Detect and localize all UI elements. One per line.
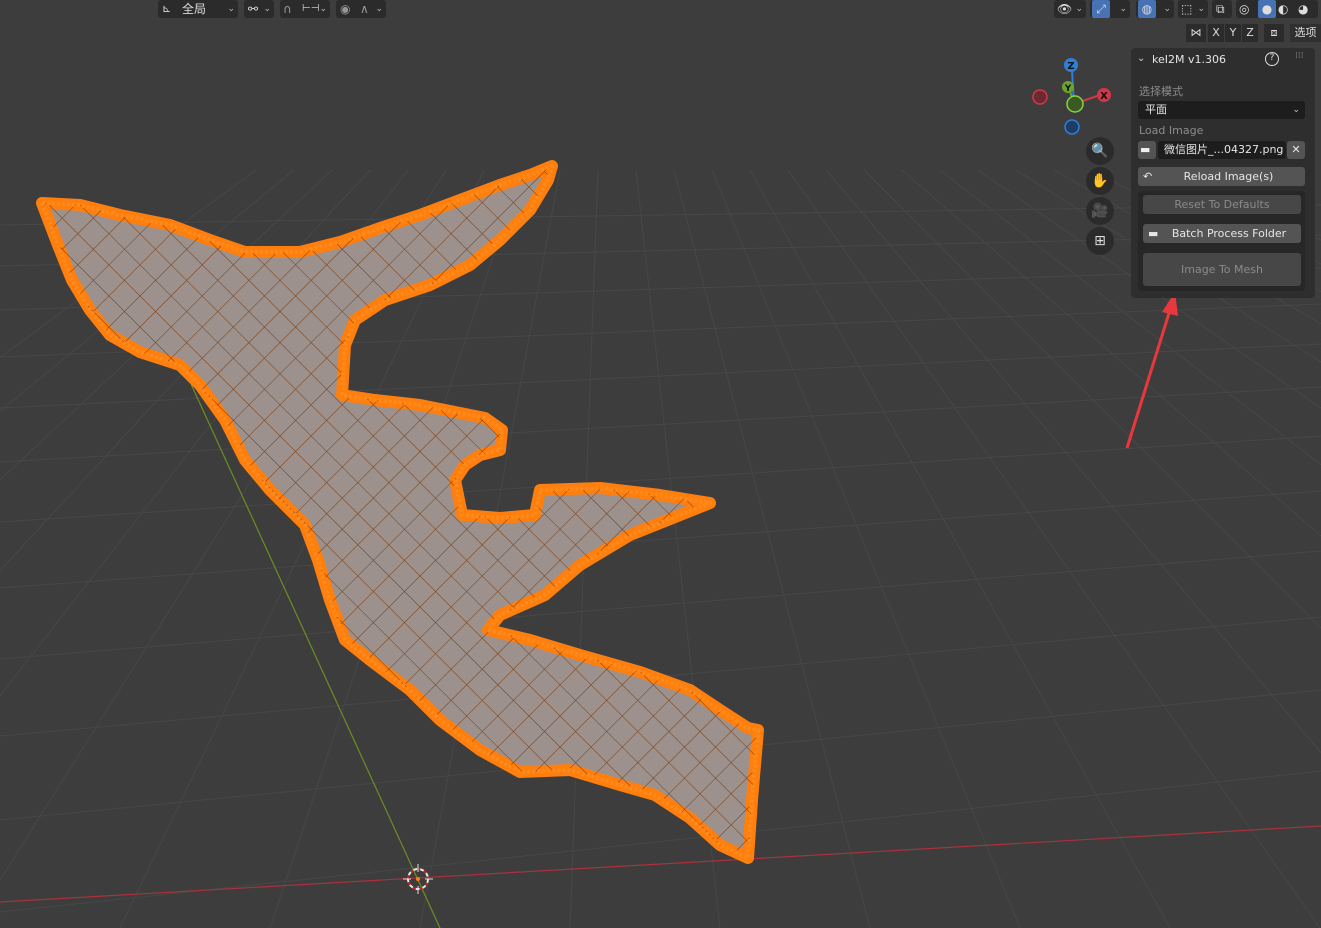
viewport-scene: Z X Y xyxy=(0,58,1321,928)
chevron-down-icon: ⌄ xyxy=(227,4,235,14)
tab-options[interactable]: 选项 xyxy=(1290,24,1321,42)
zoom-icon[interactable]: 🔍 xyxy=(1086,137,1114,165)
topology-mirror-icon[interactable]: ⧈ xyxy=(1264,24,1284,42)
pan-hand-icon[interactable]: ✋ xyxy=(1086,167,1114,195)
xray-icon: ⧉ xyxy=(1216,2,1225,16)
undo-icon: ↶ xyxy=(1143,170,1153,183)
reload-image-button[interactable]: ↶ Reload Image(s) xyxy=(1138,167,1305,186)
shading-mode-group: ◎ ● ◐ ◕ xyxy=(1236,0,1318,18)
3d-viewport[interactable]: Z X Y ⊾ 全局 ⌄ ⚯ ⌄ ∩ ⊢⊣ ⌄ ◉ ∧ ⌄ 👁 ⌄ ⤢ ⌄ ◍ … xyxy=(0,0,1321,928)
pivot-icon: ⚯ xyxy=(248,2,259,16)
chevron-down-icon: ⌄ xyxy=(375,4,383,14)
grid-line xyxy=(711,169,1021,928)
image-file-field[interactable]: 微信图片_...04327.png xyxy=(1158,141,1286,159)
load-image-label: Load Image xyxy=(1139,124,1204,137)
gizmo-neg-z-icon xyxy=(1064,119,1080,135)
camera-icon[interactable]: 🎥 xyxy=(1086,197,1114,225)
gizmo-x-label: X xyxy=(1100,91,1108,102)
drag-handle-icon[interactable]: ⁞⁞⁞ xyxy=(1295,51,1304,61)
gizmo-neg-y-icon xyxy=(1066,95,1084,113)
chevron-down-icon: ⌄ xyxy=(1292,105,1300,115)
visibility-dropdown[interactable]: 👁 ⌄ xyxy=(1054,0,1086,18)
mirror-x-toggle[interactable]: X xyxy=(1208,24,1224,42)
rendered-shading-icon[interactable]: ◕ xyxy=(1298,0,1308,18)
overlays-toggle[interactable]: ◍ ⌄ xyxy=(1136,0,1174,18)
gizmo-icon: ⤢ xyxy=(1092,0,1110,18)
orientation-icon: ⊾ xyxy=(162,2,172,15)
viewport-header: ⊾ 全局 ⌄ ⚯ ⌄ ∩ ⊢⊣ ⌄ ◉ ∧ ⌄ 👁 ⌄ ⤢ ⌄ ◍ ⌄ ⬚ ⌄ … xyxy=(0,0,1321,20)
folder-icon: ▬ xyxy=(1140,143,1151,156)
batch-process-button[interactable]: ▬ Batch Process Folder xyxy=(1143,224,1301,243)
reload-image-label: Reload Image(s) xyxy=(1183,170,1274,183)
grid-line xyxy=(0,550,1321,660)
snap-dropdown[interactable]: ∩ ⊢⊣ ⌄ xyxy=(280,0,330,18)
chevron-down-icon: ⌄ xyxy=(1163,4,1171,14)
image-file-name: 微信图片_...04327.png xyxy=(1164,143,1284,156)
select-mode-value: 平面 xyxy=(1145,103,1167,116)
grid-line xyxy=(0,204,1321,226)
gizmo-y-label: Y xyxy=(1064,84,1072,94)
material-shading-icon[interactable]: ◐ xyxy=(1278,0,1288,18)
solid-shading-icon[interactable]: ● xyxy=(1258,0,1276,18)
grid-line xyxy=(749,169,1171,928)
wireframe-shading-icon[interactable]: ◎ xyxy=(1239,0,1249,18)
eye-icon: 👁 xyxy=(1057,2,1073,16)
magnet-icon: ∩ xyxy=(283,2,292,16)
close-icon: ✕ xyxy=(1291,143,1301,156)
image-to-mesh-button[interactable]: Image To Mesh xyxy=(1143,253,1301,286)
chevron-down-icon: ⌄ xyxy=(1075,4,1083,14)
select-mode-label: 选择模式 xyxy=(1139,85,1183,98)
falloff-icon: ∧ xyxy=(360,2,369,16)
mesh-edit-overlays-toggle[interactable]: ⬚ ⌄ xyxy=(1178,0,1208,18)
navigation-gizmo[interactable]: Z X Y xyxy=(1032,58,1111,135)
gizmo-toggle[interactable]: ⤢ ⌄ xyxy=(1090,0,1130,18)
chevron-down-icon: ⌄ xyxy=(319,4,327,14)
overlays-icon: ◍ xyxy=(1138,0,1156,18)
proportional-edit-icon: ◉ xyxy=(340,2,351,16)
chevron-down-icon: ⌄ xyxy=(263,4,271,14)
select-mode-dropdown[interactable]: 平面 ⌄ xyxy=(1138,101,1305,119)
panel-title: keI2M v1.306 xyxy=(1152,53,1226,66)
help-icon[interactable]: ? xyxy=(1265,52,1279,66)
transform-orientation-dropdown[interactable]: ⊾ 全局 ⌄ xyxy=(158,0,238,18)
annotation-arrow xyxy=(1125,292,1178,449)
batch-process-label: Batch Process Folder xyxy=(1171,227,1287,240)
pivot-point-dropdown[interactable]: ⚯ ⌄ xyxy=(244,0,274,18)
x-axis-line xyxy=(0,825,1321,903)
gizmo-neg-x-icon xyxy=(1032,89,1048,105)
reset-defaults-button[interactable]: Reset To Defaults xyxy=(1143,195,1301,214)
chevron-down-icon: ⌄ xyxy=(1197,4,1205,14)
kei2m-panel: ⌄ keI2M v1.306 ? ⁞⁞⁞ 选择模式 平面 ⌄ Load Imag… xyxy=(1131,48,1315,298)
gizmo-z-label: Z xyxy=(1067,61,1074,72)
xray-toggle[interactable]: ⧉ xyxy=(1212,0,1232,18)
mesh-overlay-icon: ⬚ xyxy=(1181,2,1193,16)
chevron-down-icon: ⌄ xyxy=(1119,4,1127,14)
transform-orientation-label: 全局 xyxy=(182,2,207,16)
clear-image-button[interactable]: ✕ xyxy=(1287,141,1305,159)
proportional-editing-dropdown[interactable]: ◉ ∧ ⌄ xyxy=(336,0,386,18)
collapse-chevron-icon[interactable]: ⌄ xyxy=(1137,53,1145,64)
file-browse-button[interactable]: ▬ xyxy=(1138,141,1156,159)
grid-perspective-icon[interactable]: ⊞ xyxy=(1086,227,1114,255)
snap-increment-icon: ⊢⊣ xyxy=(302,3,320,14)
mirror-y-toggle[interactable]: Y xyxy=(1225,24,1241,42)
folder-icon: ▬ xyxy=(1148,227,1159,240)
mirror-icon: ⋈ xyxy=(1186,24,1206,42)
mirror-z-toggle[interactable]: Z xyxy=(1242,24,1258,42)
